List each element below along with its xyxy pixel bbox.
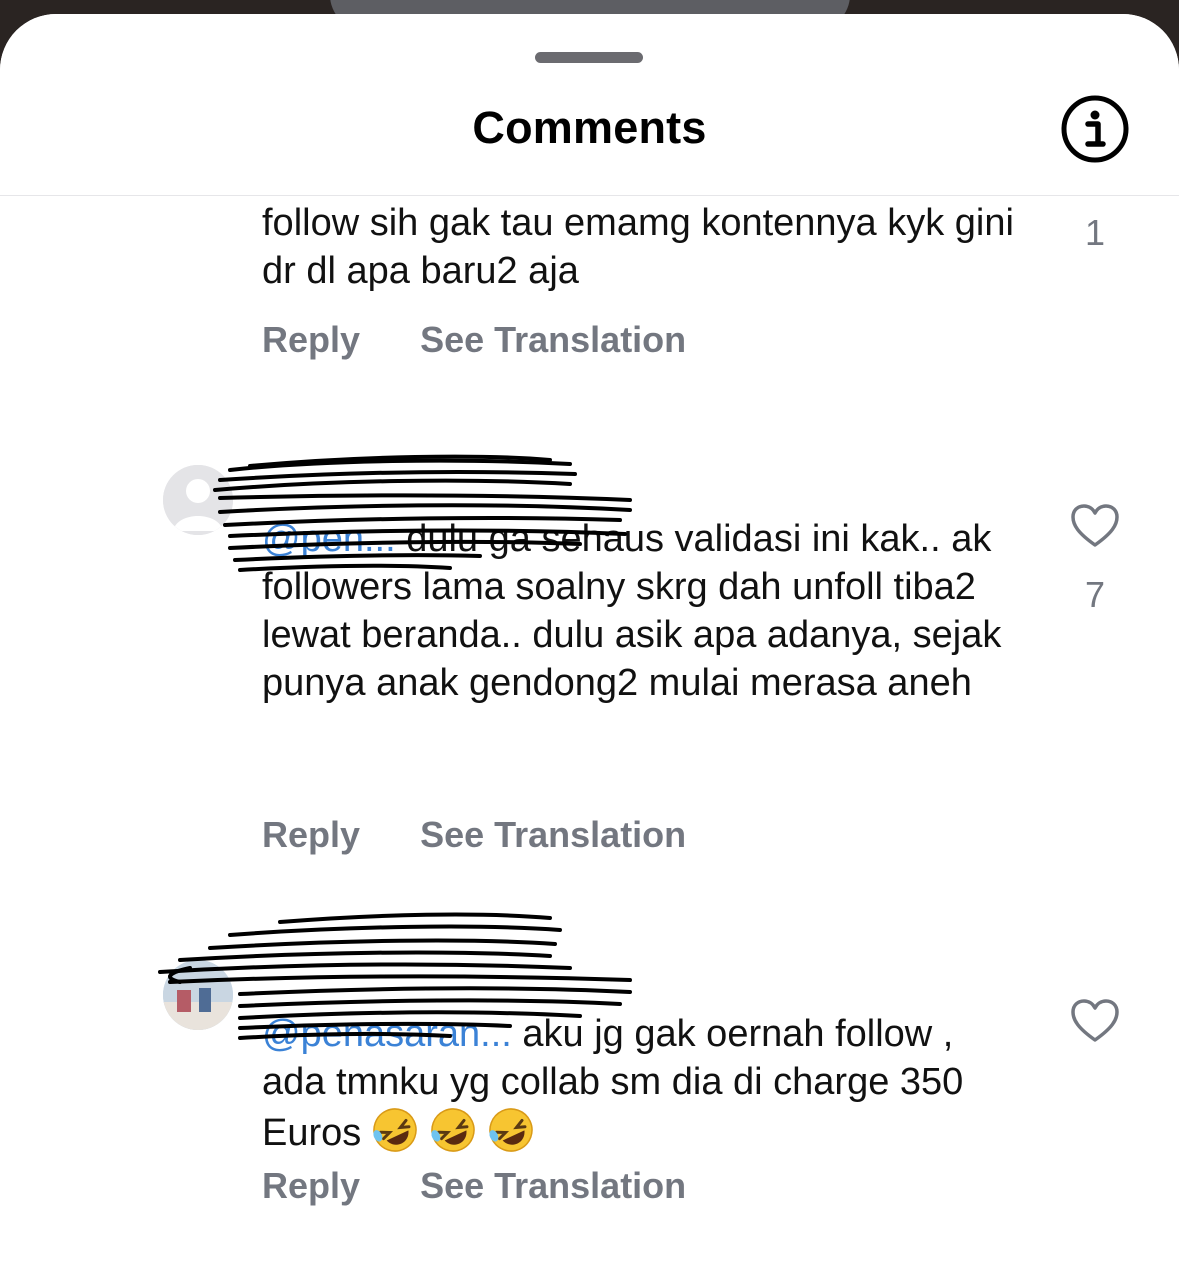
reply-button[interactable]: Reply [262,814,360,856]
comment-actions: Reply See Translation [262,1165,686,1207]
avatar[interactable] [163,465,233,535]
mention-link[interactable]: @pen... [262,518,396,560]
comment-actions: Reply See Translation [262,814,686,856]
rofl-emoji-icon [373,1108,418,1152]
comment-actions: Reply See Translation [262,319,686,361]
comment-text: follow sih gak tau emamg kontennya kyk g… [262,202,1014,292]
reply-button[interactable]: Reply [262,1165,360,1207]
like-count: 7 [1084,574,1106,615]
reply-button[interactable]: Reply [262,319,360,361]
see-translation-button[interactable]: See Translation [420,319,686,361]
comment-text: @pen... dulu ga sehaus validasi ini kak.… [262,518,1002,704]
profile-photo-icon [163,960,233,1030]
heart-icon[interactable] [1070,503,1120,549]
rofl-emoji-icon [431,1108,476,1152]
comment-text: @penasaran... aku jg gak oernah follow ,… [262,1010,1022,1157]
info-circle-icon[interactable] [1060,94,1130,164]
heart-icon[interactable] [1070,998,1120,1044]
see-translation-button[interactable]: See Translation [420,1165,686,1207]
comments-list[interactable]: follow sih gak tau emamg kontennya kyk g… [0,195,1179,1274]
avatar[interactable] [163,960,233,1030]
drag-handle[interactable] [535,52,643,63]
page-title: Comments [472,102,707,153]
mention-link[interactable]: @penasaran... [262,1013,512,1055]
comments-sheet: follow sih gak tau emamg kontennya kyk g… [0,14,1179,1274]
rofl-emoji-icon [489,1108,534,1152]
sheet-header: Comments [0,14,1179,196]
see-translation-button[interactable]: See Translation [420,814,686,856]
like-count: 1 [1084,212,1106,253]
default-avatar-icon [163,465,233,535]
